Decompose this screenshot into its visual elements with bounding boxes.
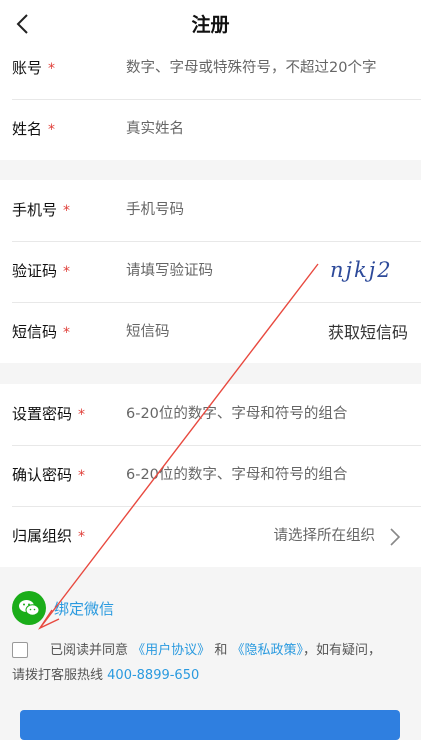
sms-input[interactable]: 短信码 xyxy=(126,302,170,363)
password-section: 设置密码 * 6-20位的数字、字母和符号的组合 确认密码 * 6-20位的数字、字… xyxy=(0,384,421,567)
hotline-link[interactable]: 400-8899-650 xyxy=(107,668,199,683)
sms-row[interactable]: 短信码 * 短信码 获取短信码 xyxy=(0,302,421,363)
bind-wechat-label: 绑定微信 xyxy=(54,600,115,618)
hotline-text: 请拨打客服热线 400-8899-650 xyxy=(12,665,199,687)
account-input[interactable]: 数字、字母或特殊符号，不超过20个字 xyxy=(126,38,376,99)
password-label: 设置密码 * xyxy=(12,405,86,423)
captcha-image[interactable]: njkj2 xyxy=(328,256,408,284)
get-sms-code-button[interactable]: 获取短信码 xyxy=(328,302,408,363)
agreement-and: 和 xyxy=(214,643,228,658)
confirm-password-input[interactable]: 6-20位的数字、字母和符号的组合 xyxy=(126,445,347,506)
verify-input[interactable]: 请填写验证码 xyxy=(126,241,213,302)
org-select[interactable]: 请选择所在组织 xyxy=(274,506,376,567)
page-title: 注册 xyxy=(191,14,230,36)
confirm-password-label: 确认密码 * xyxy=(12,466,86,484)
password-input[interactable]: 6-20位的数字、字母和符号的组合 xyxy=(126,384,347,445)
hotline-prefix: 请拨打客服热线 xyxy=(12,668,104,683)
agree-checkbox[interactable] xyxy=(12,642,28,658)
account-section: 账号 * 数字、字母或特殊符号，不超过20个字 姓名 * 真实姓名 xyxy=(0,38,421,160)
bind-wechat-button[interactable]: 绑定微信 xyxy=(12,591,142,627)
register-button[interactable] xyxy=(20,710,400,740)
org-label: 归属组织 * xyxy=(12,527,86,545)
chevron-right-icon[interactable] xyxy=(387,527,403,547)
account-row[interactable]: 账号 * 数字、字母或特殊符号，不超过20个字 xyxy=(0,38,421,99)
verify-label: 验证码 * xyxy=(12,262,71,280)
sms-label: 短信码 * xyxy=(12,323,71,341)
user-agreement-link[interactable]: 《用户协议》 xyxy=(132,643,210,658)
password-row[interactable]: 设置密码 * 6-20位的数字、字母和符号的组合 xyxy=(0,384,421,445)
confirm-password-row[interactable]: 确认密码 * 6-20位的数字、字母和符号的组合 xyxy=(0,445,421,506)
agreement-text: 已阅读并同意 《用户协议》 和 《隐私政策》，如有疑问， xyxy=(50,640,381,662)
name-row[interactable]: 姓名 * 真实姓名 xyxy=(0,99,421,160)
account-label: 账号 * xyxy=(12,59,56,77)
phone-input[interactable]: 手机号码 xyxy=(126,180,184,241)
agreement-suffix: ，如有疑问， xyxy=(302,643,381,658)
phone-row[interactable]: 手机号 * 手机号码 xyxy=(0,180,421,241)
privacy-policy-link[interactable]: 《隐私政策》 xyxy=(231,643,303,658)
phone-label: 手机号 * xyxy=(12,201,71,219)
wechat-icon xyxy=(12,591,46,625)
org-row[interactable]: 归属组织 * 请选择所在组织 xyxy=(0,506,421,567)
svg-text:njkj2: njkj2 xyxy=(330,258,393,282)
name-input[interactable]: 真实姓名 xyxy=(126,99,184,160)
agreement-prefix: 已阅读并同意 xyxy=(50,643,129,658)
name-label: 姓名 * xyxy=(12,120,56,138)
